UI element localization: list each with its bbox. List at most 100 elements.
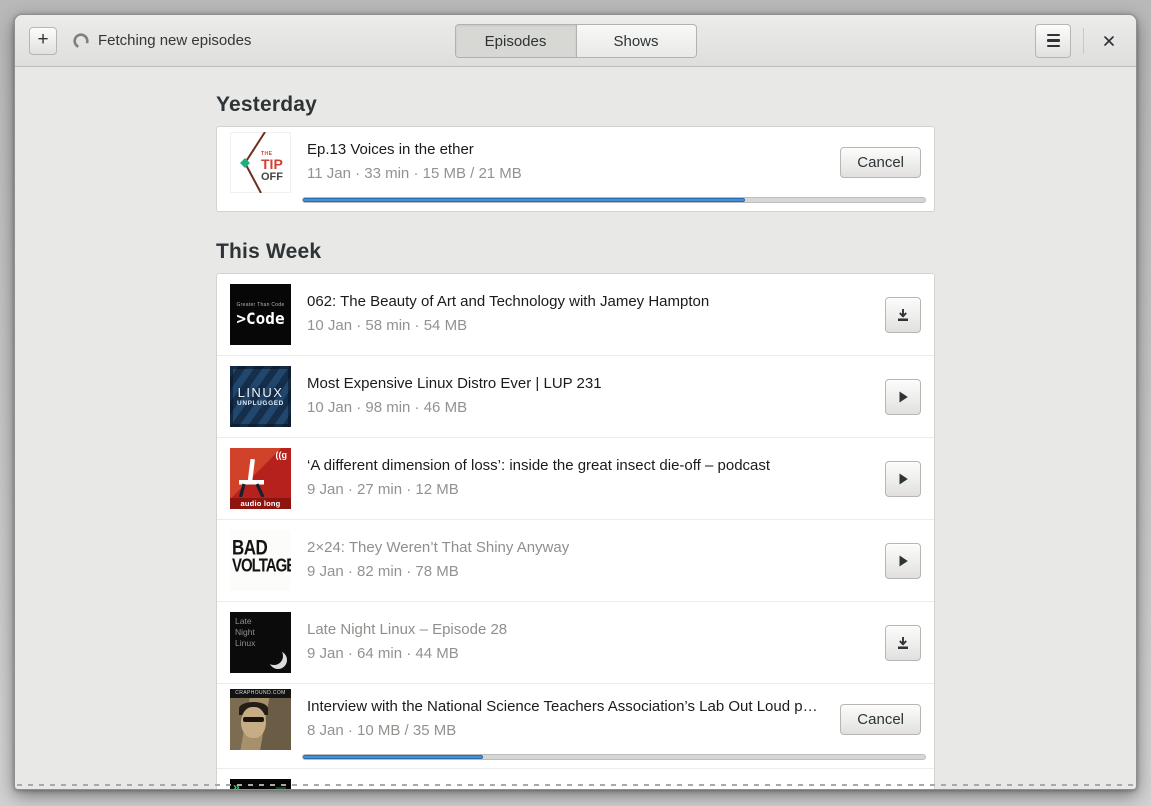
guardian-roundel-icon: ((g bbox=[275, 450, 288, 460]
play-icon bbox=[899, 473, 908, 484]
episode-action: Cancel bbox=[840, 147, 921, 178]
tab-shows[interactable]: Shows bbox=[575, 25, 696, 57]
artwork-text: Late Night Linux bbox=[235, 616, 255, 649]
episode-meta: 11 Jan · 33 min · 15 MB / 21 MB bbox=[307, 164, 522, 182]
hamburger-menu-icon bbox=[1046, 33, 1060, 48]
podcasts-window: + Fetching new episodes Episodes Shows Y… bbox=[14, 14, 1137, 790]
add-podcast-button[interactable]: + bbox=[29, 26, 57, 55]
menu-button[interactable] bbox=[1035, 23, 1071, 58]
artwork-text: Late bbox=[235, 616, 252, 626]
episode-title: 062: The Beauty of Art and Technology wi… bbox=[307, 293, 710, 311]
episode-info: Most Expensive Linux Distro Ever | LUP 2… bbox=[307, 375, 869, 418]
episode-artwork: LINUX UNPLUGGED bbox=[230, 366, 291, 427]
episode-action bbox=[885, 296, 921, 333]
chair-graphic bbox=[238, 459, 265, 497]
episode-info: Interview with the National Science Teac… bbox=[307, 698, 824, 741]
download-button[interactable] bbox=[885, 624, 921, 661]
header-bar: + Fetching new episodes Episodes Shows bbox=[15, 15, 1136, 67]
episode-artwork: CRAPHOUND.COM bbox=[230, 689, 291, 750]
episode-action: Cancel bbox=[840, 704, 921, 735]
episode-meta: 10 Jan · 58 min · 54 MB bbox=[307, 316, 468, 334]
play-icon bbox=[899, 391, 908, 402]
window-close-icon bbox=[1104, 35, 1114, 46]
episode-action bbox=[885, 542, 921, 579]
episode-meta: 8 Jan · 10 MB / 35 MB bbox=[307, 721, 457, 739]
episode-artwork: Late Night Linux bbox=[230, 612, 291, 673]
episode-title: 2×24: They Weren’t That Shiny Anyway bbox=[307, 539, 570, 557]
episode-artwork: Greater Than Code >Code bbox=[230, 284, 291, 345]
episode-meta: 9 Jan · 27 min · 12 MB bbox=[307, 480, 459, 498]
section-title: This Week bbox=[216, 240, 322, 263]
artwork-text: TIP bbox=[261, 156, 283, 172]
episode-action bbox=[885, 378, 921, 415]
status-label: Fetching new episodes bbox=[98, 32, 252, 49]
loading-spinner-icon bbox=[73, 32, 89, 49]
episode-info: 2×24: They Weren’t That Shiny Anyway 9 J… bbox=[307, 539, 869, 582]
artwork-text: LINUX bbox=[237, 384, 284, 400]
episode-artwork: BAD VOLTAGE bbox=[230, 530, 291, 591]
episode-artwork: THE TIP OFF bbox=[230, 132, 291, 193]
episode-action bbox=[885, 460, 921, 497]
artwork-text: UNPLUGGED bbox=[237, 400, 284, 408]
play-button[interactable] bbox=[885, 378, 921, 415]
scroll-undershoot-indicator bbox=[17, 784, 1134, 786]
episodes-view: Yesterday THE TIP OFF Ep.13 Voices in th… bbox=[15, 67, 1136, 789]
episode-title: Interview with the National Science Teac… bbox=[307, 698, 825, 716]
episode-title: Late Night Linux – Episode 28 bbox=[307, 621, 508, 639]
plus-icon: + bbox=[37, 29, 49, 50]
episode-row: THE TIP OFF Ep.13 Voices in the ether 11… bbox=[217, 127, 934, 211]
episode-title: Bot or Not bbox=[307, 788, 869, 789]
episode-info: Bot or Not bbox=[307, 788, 869, 789]
episode-info: ‘A different dimension of loss’: inside … bbox=[307, 457, 869, 500]
cancel-button[interactable]: Cancel bbox=[840, 704, 921, 735]
episode-info: 062: The Beauty of Art and Technology wi… bbox=[307, 293, 869, 336]
progressbar-fill bbox=[303, 755, 484, 759]
episode-meta: 10 Jan · 98 min · 46 MB bbox=[307, 398, 468, 416]
episode-title: Ep.13 Voices in the ether bbox=[307, 141, 474, 159]
artwork-text: VOLTAGE bbox=[232, 554, 291, 577]
play-button[interactable] bbox=[885, 460, 921, 497]
download-progressbar bbox=[302, 197, 926, 203]
episode-title: Most Expensive Linux Distro Ever | LUP 2… bbox=[307, 375, 602, 393]
artwork-text: >Code bbox=[236, 309, 285, 328]
tab-episodes[interactable]: Episodes bbox=[455, 25, 576, 57]
artwork-text: OFF bbox=[261, 171, 283, 183]
episodes-card: THE TIP OFF Ep.13 Voices in the ether 11… bbox=[216, 126, 935, 212]
artwork-text: audio long reads bbox=[230, 498, 291, 509]
download-button[interactable] bbox=[885, 296, 921, 333]
artwork-text: Greater Than Code bbox=[236, 302, 285, 308]
section-title: Yesterday bbox=[216, 93, 318, 116]
episodes-card: Greater Than Code >Code 062: The Beauty … bbox=[216, 273, 935, 789]
episode-info: Ep.13 Voices in the ether 11 Jan · 33 mi… bbox=[307, 141, 824, 184]
play-button[interactable] bbox=[885, 542, 921, 579]
episode-action bbox=[885, 624, 921, 661]
titlebar-right-controls bbox=[1035, 23, 1122, 58]
artwork-text: CRAPHOUND.COM bbox=[230, 689, 291, 698]
desktop-backdrop: { "header": { "status": "Fetching new ep… bbox=[0, 0, 1151, 806]
artwork-text: Night bbox=[235, 627, 255, 638]
artwork-shape bbox=[243, 717, 264, 722]
download-icon bbox=[898, 636, 908, 649]
episode-section: Yesterday THE TIP OFF Ep.13 Voices in th… bbox=[216, 93, 935, 212]
episode-meta: 9 Jan · 82 min · 78 MB bbox=[307, 562, 459, 580]
progressbar-fill bbox=[303, 198, 745, 202]
tipoff-wordmark: THE TIP OFF bbox=[261, 151, 283, 184]
artwork-text: Linux bbox=[235, 638, 256, 649]
cancel-button[interactable]: Cancel bbox=[840, 147, 921, 178]
artwork-shape bbox=[241, 707, 266, 738]
view-switcher: Episodes Shows bbox=[454, 24, 697, 58]
episodes-column: Yesterday THE TIP OFF Ep.13 Voices in th… bbox=[216, 93, 935, 789]
episode-meta: 9 Jan · 64 min · 44 MB bbox=[307, 644, 459, 662]
episode-row: Greater Than Code >Code 062: The Beauty … bbox=[217, 274, 934, 355]
episode-row: LINUX UNPLUGGED Most Expensive Linux Dis… bbox=[217, 355, 934, 437]
download-icon bbox=[898, 308, 908, 321]
download-progressbar bbox=[302, 754, 926, 760]
episode-row: Late Night Linux Late Night Linux – Epis… bbox=[217, 601, 934, 683]
crescent-moon-graphic bbox=[265, 647, 287, 669]
episode-section: This Week Greater Than Code >Code 062: T… bbox=[216, 240, 935, 789]
episode-title: ‘A different dimension of loss’: inside … bbox=[307, 457, 771, 475]
episode-artwork: ((g audio long reads bbox=[230, 448, 291, 509]
episode-row: CRAPHOUND.COM Interview with the Nationa… bbox=[217, 683, 934, 768]
window-close-button[interactable] bbox=[1096, 28, 1122, 54]
episode-row: BAD VOLTAGE 2×24: They Weren’t That Shin… bbox=[217, 519, 934, 601]
